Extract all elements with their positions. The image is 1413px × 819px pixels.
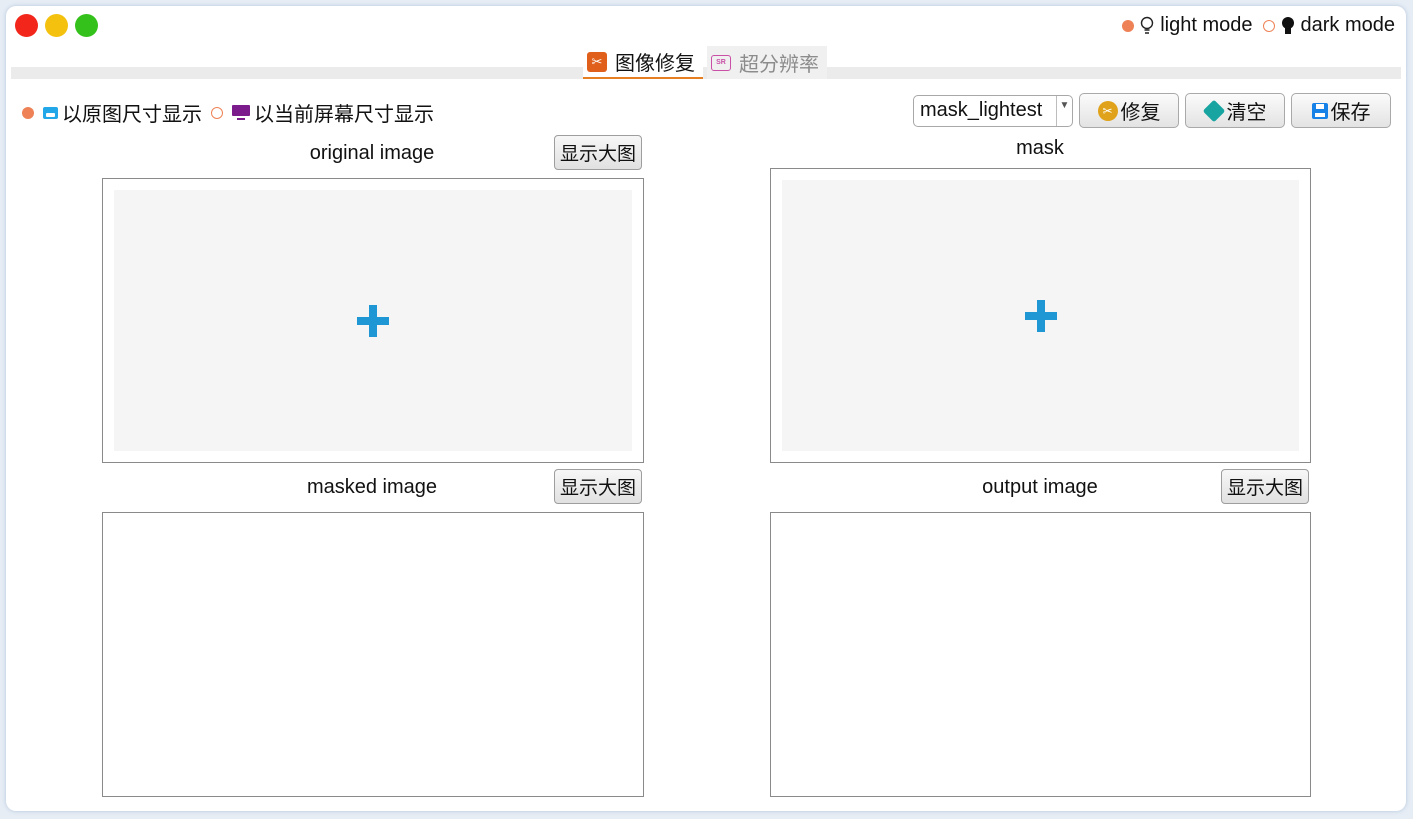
dark-bulb-icon [1281, 16, 1294, 34]
original-show-large-button[interactable]: 显示大图 [554, 135, 642, 170]
output-show-large-button[interactable]: 显示大图 [1221, 469, 1309, 504]
tab-list: ✂ 图像修复 SR 超分辨率 [583, 46, 827, 79]
super-resolution-icon: SR [711, 54, 731, 71]
clear-button[interactable]: 清空 [1185, 93, 1285, 128]
save-button-label: 保存 [1330, 102, 1371, 124]
output-image-frame [770, 512, 1311, 797]
tab-label: 图像修复 [615, 53, 695, 75]
tab-image-repair[interactable]: ✂ 图像修复 [583, 46, 703, 79]
mask-title: mask [1016, 137, 1064, 159]
light-mode-radio[interactable] [1122, 19, 1135, 32]
masked-image-frame [102, 512, 644, 797]
light-mode-label[interactable]: light mode [1160, 14, 1252, 37]
mask-frame [770, 168, 1311, 463]
repair-button-label: 修复 [1120, 102, 1161, 124]
original-size-radio[interactable] [22, 106, 34, 119]
save-button[interactable]: 保存 [1291, 93, 1391, 128]
minimize-window-button[interactable] [45, 14, 68, 37]
maximize-window-button[interactable] [75, 14, 98, 37]
tab-label: 超分辨率 [739, 54, 819, 76]
app-window: light mode dark mode ✂ 图像修复 SR 超分辨率 以原图尺… [6, 6, 1406, 811]
close-window-button[interactable] [15, 14, 38, 37]
mask-type-value: mask_lightest [920, 99, 1043, 121]
dark-mode-label[interactable]: dark mode [1301, 14, 1396, 37]
repair-button[interactable]: ✂ 修复 [1079, 93, 1179, 128]
monitor-icon [232, 104, 250, 122]
original-size-label[interactable]: 以原图尺寸显示 [62, 98, 202, 127]
window-controls [15, 14, 98, 37]
screen-size-label[interactable]: 以当前屏幕尺寸显示 [254, 98, 434, 127]
original-image-frame [102, 178, 644, 463]
plus-icon [357, 304, 389, 337]
tab-super-resolution[interactable]: SR 超分辨率 [707, 46, 827, 79]
light-bulb-icon [1141, 16, 1154, 34]
plus-icon [1024, 299, 1057, 332]
eraser-icon [1202, 99, 1225, 122]
save-icon [1311, 102, 1328, 119]
original-image-dropzone[interactable] [114, 190, 632, 451]
theme-switch: light mode dark mode [1122, 14, 1395, 37]
clear-button-label: 清空 [1226, 102, 1267, 124]
chevron-down-icon[interactable]: ▼ [1056, 95, 1072, 126]
screen-size-radio[interactable] [211, 106, 223, 119]
display-mode-group: 以原图尺寸显示 以当前屏幕尺寸显示 [22, 98, 434, 127]
repair-tool-icon: ✂ [587, 51, 607, 72]
repair-icon: ✂ [1097, 100, 1118, 121]
masked-show-large-button[interactable]: 显示大图 [554, 469, 642, 504]
toolbar: mask_lightest ▼ ✂ 修复 清空 保存 [913, 93, 1391, 128]
image-icon [43, 106, 58, 119]
dark-mode-radio[interactable] [1262, 19, 1275, 32]
mask-dropzone[interactable] [782, 180, 1299, 451]
mask-type-select[interactable]: mask_lightest ▼ [913, 94, 1073, 127]
